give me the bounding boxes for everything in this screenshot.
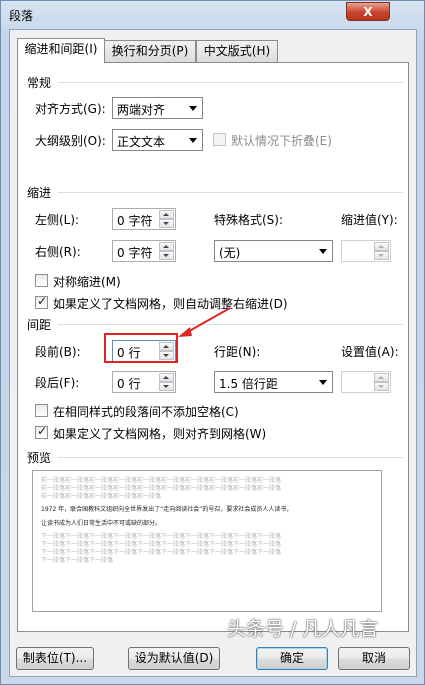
preview-next-line: 下一段落下一段落下一段落下一段落下一段落下一段落下一段落下一段落下一段落下一段落 bbox=[41, 533, 282, 540]
cancel-button[interactable]: 取消 bbox=[338, 647, 410, 670]
chevron-down-icon bbox=[315, 373, 331, 391]
spacing-at-label: 设置值(A): bbox=[341, 345, 399, 359]
general-heading: 常规 bbox=[27, 76, 52, 90]
outline-level-select[interactable]: 正文文本 bbox=[112, 129, 203, 151]
indent-left-label: 左侧(L): bbox=[35, 213, 80, 227]
chevron-down-icon bbox=[185, 131, 201, 149]
indent-right-label: 右侧(R): bbox=[35, 245, 81, 259]
alignment-label: 对齐方式(G): bbox=[35, 102, 106, 116]
spacing-after-label: 段后(F): bbox=[35, 376, 80, 390]
spin-up-icon[interactable] bbox=[159, 242, 174, 251]
close-icon: X bbox=[363, 5, 373, 19]
auto-adjust-checkbox[interactable]: ✓ bbox=[35, 294, 48, 309]
spin-down-icon[interactable] bbox=[374, 251, 389, 260]
annotation-arrow-icon bbox=[178, 307, 231, 337]
preview-prev-line: 前一段落前一段落前一段落前一段落前一段落 bbox=[41, 493, 162, 500]
snap-to-grid-label: 如果定义了文档网格，则对齐到网格(W) bbox=[53, 427, 267, 441]
outline-level-value: 正文文本 bbox=[117, 135, 166, 149]
chevron-down-icon bbox=[185, 99, 201, 117]
indent-heading: 缩进 bbox=[27, 186, 52, 200]
line-spacing-select[interactable]: 1.5 倍行距 bbox=[214, 371, 333, 393]
line-spacing-value: 1.5 倍行距 bbox=[219, 377, 278, 391]
indent-right-value: 0 字符 bbox=[117, 246, 153, 260]
tab-indents-spacing[interactable]: 缩进和间距(I) bbox=[17, 38, 105, 63]
spin-up-icon[interactable] bbox=[374, 373, 389, 382]
indent-left-spinner[interactable]: 0 字符 bbox=[112, 208, 176, 230]
set-default-button[interactable]: 设为默认值(D) bbox=[128, 647, 220, 670]
preview-next-line: 下一段落下一段落下一段落 bbox=[41, 557, 114, 564]
spacing-heading: 间距 bbox=[27, 318, 52, 332]
mirror-indents-checkbox[interactable] bbox=[35, 274, 48, 287]
preview-next-line: 下一段落下一段落下一段落下一段落下一段落下一段落下一段落下一段落下一段落下一段落 bbox=[41, 549, 282, 556]
alignment-value: 两端对齐 bbox=[117, 103, 166, 117]
checkmark-icon: ✓ bbox=[37, 294, 48, 308]
indent-by-spinner[interactable] bbox=[341, 240, 391, 262]
checkmark-icon: ✓ bbox=[37, 424, 48, 438]
no-space-same-style-label: 在相同样式的段落间不添加空格(C) bbox=[53, 405, 239, 419]
tabs-button[interactable]: 制表位(T)... bbox=[16, 647, 94, 670]
preview-prev-line: 前一段落前一段落前一段落前一段落前一段落前一段落前一段落前一段落前一段落前一段落 bbox=[41, 485, 282, 492]
preview-sample-line: 让读书成为人们日常生活中不可或缺的部分。 bbox=[41, 520, 162, 527]
mirror-indents-label: 对称缩进(M) bbox=[53, 275, 121, 289]
indent-divider bbox=[58, 192, 403, 193]
chevron-down-icon bbox=[315, 242, 331, 260]
ok-button[interactable]: 确定 bbox=[256, 647, 328, 670]
preview-prev-line: 前一段落前一段落前一段落前一段落前一段落前一段落前一段落前一段落前一段落前一段落 bbox=[41, 477, 282, 484]
preview-pane: 前一段落前一段落前一段落前一段落前一段落前一段落前一段落前一段落前一段落前一段落… bbox=[32, 470, 382, 612]
collapse-checkbox[interactable] bbox=[213, 133, 226, 146]
special-indent-label: 特殊格式(S): bbox=[214, 213, 284, 227]
spin-up-icon[interactable] bbox=[374, 242, 389, 251]
spacing-at-spinner[interactable] bbox=[341, 371, 391, 393]
spin-up-icon[interactable] bbox=[159, 373, 174, 382]
tab-asian-typography[interactable]: 中文版式(H) bbox=[196, 40, 278, 62]
line-spacing-label: 行距(N): bbox=[214, 345, 261, 359]
spacing-after-value: 0 行 bbox=[117, 377, 141, 391]
special-indent-value: (无) bbox=[219, 246, 241, 260]
spin-up-icon[interactable] bbox=[159, 210, 174, 219]
spin-down-icon[interactable] bbox=[159, 219, 174, 228]
no-space-same-style-checkbox[interactable] bbox=[35, 404, 48, 417]
watermark-text: 头条号 / 凡人凡言 bbox=[227, 618, 379, 640]
spin-down-icon[interactable] bbox=[159, 382, 174, 391]
general-divider bbox=[58, 82, 403, 83]
dialog-client-area: 缩进和间距(I) 换行和分页(P) 中文版式(H) 常规 对齐方式(G): 两端… bbox=[9, 29, 417, 677]
special-indent-select[interactable]: (无) bbox=[214, 240, 333, 262]
preview-heading: 预览 bbox=[27, 451, 52, 465]
outline-level-label: 大纲级别(O): bbox=[35, 134, 106, 148]
snap-to-grid-checkbox[interactable]: ✓ bbox=[35, 424, 48, 439]
spacing-before-label: 段前(B): bbox=[35, 345, 81, 359]
preview-sample-line: 1972 年，联合国教科文组织向全世界发出了“走向阅读社会”的号召，要求社会成员… bbox=[41, 506, 293, 513]
close-button[interactable]: X bbox=[346, 2, 390, 21]
spin-down-icon[interactable] bbox=[159, 251, 174, 260]
annotation-highlight-box bbox=[104, 333, 178, 363]
indent-by-label: 缩进值(Y): bbox=[341, 213, 398, 227]
preview-next-line: 下一段落下一段落下一段落下一段落下一段落下一段落下一段落下一段落下一段落下一段落 bbox=[41, 541, 282, 548]
alignment-select[interactable]: 两端对齐 bbox=[112, 97, 203, 119]
indent-right-spinner[interactable]: 0 字符 bbox=[112, 240, 176, 262]
indent-left-value: 0 字符 bbox=[117, 214, 153, 228]
preview-divider bbox=[58, 457, 403, 458]
spin-down-icon[interactable] bbox=[374, 382, 389, 391]
collapse-label: 默认情况下折叠(E) bbox=[231, 134, 332, 148]
tab-line-page-breaks[interactable]: 换行和分页(P) bbox=[104, 40, 196, 62]
dialog-title: 段落 bbox=[9, 9, 34, 23]
spacing-after-spinner[interactable]: 0 行 bbox=[112, 371, 176, 393]
